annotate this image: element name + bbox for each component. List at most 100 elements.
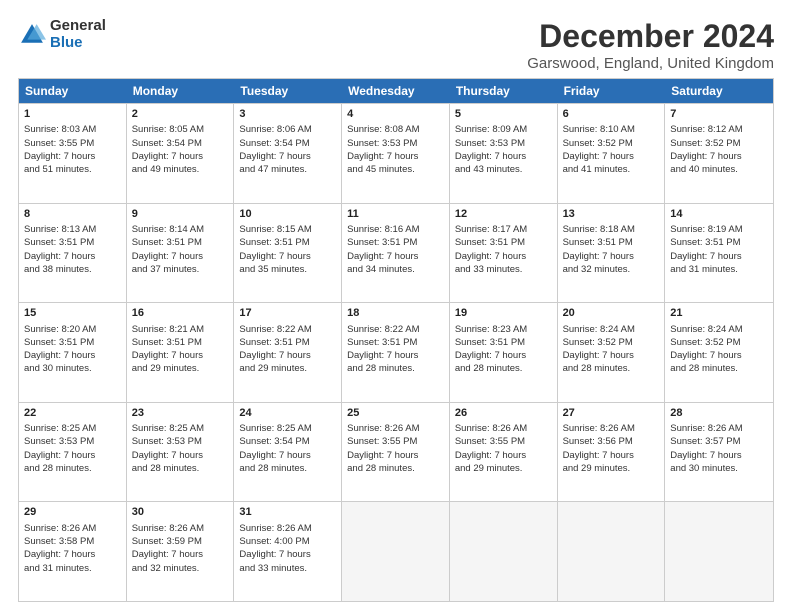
- day-info-line: Sunset: 3:52 PM: [670, 137, 768, 150]
- day-number: 12: [455, 207, 552, 222]
- day-number: 4: [347, 107, 444, 122]
- day-info-line: and 31 minutes.: [670, 263, 768, 276]
- day-info-line: Sunrise: 8:25 AM: [24, 422, 121, 435]
- day-number: 7: [670, 107, 768, 122]
- calendar-row-4: 22Sunrise: 8:25 AMSunset: 3:53 PMDayligh…: [19, 402, 773, 502]
- day-info-line: Sunrise: 8:21 AM: [132, 323, 229, 336]
- day-number: 2: [132, 107, 229, 122]
- day-info-line: Daylight: 7 hours: [455, 449, 552, 462]
- day-info-line: Daylight: 7 hours: [670, 150, 768, 163]
- day-info-line: and 28 minutes.: [347, 462, 444, 475]
- day-info-line: Daylight: 7 hours: [132, 349, 229, 362]
- day-info-line: Sunrise: 8:20 AM: [24, 323, 121, 336]
- day-number: 18: [347, 306, 444, 321]
- day-info-line: Sunrise: 8:26 AM: [24, 522, 121, 535]
- day-info-line: Sunset: 3:54 PM: [132, 137, 229, 150]
- day-number: 30: [132, 505, 229, 520]
- empty-cell: [558, 502, 666, 601]
- day-info-line: and 28 minutes.: [347, 362, 444, 375]
- day-number: 10: [239, 207, 336, 222]
- day-number: 13: [563, 207, 660, 222]
- day-cell-8: 8Sunrise: 8:13 AMSunset: 3:51 PMDaylight…: [19, 204, 127, 303]
- day-info-line: and 31 minutes.: [24, 562, 121, 575]
- logo-text: General Blue: [50, 18, 106, 51]
- day-number: 15: [24, 306, 121, 321]
- day-info-line: and 40 minutes.: [670, 163, 768, 176]
- header-day-thursday: Thursday: [450, 79, 558, 103]
- day-cell-24: 24Sunrise: 8:25 AMSunset: 3:54 PMDayligh…: [234, 403, 342, 502]
- day-info-line: Sunset: 3:55 PM: [24, 137, 121, 150]
- logo-blue-text: Blue: [50, 35, 106, 52]
- day-info-line: and 34 minutes.: [347, 263, 444, 276]
- day-info-line: Sunrise: 8:22 AM: [347, 323, 444, 336]
- day-info-line: and 29 minutes.: [563, 462, 660, 475]
- day-number: 17: [239, 306, 336, 321]
- day-info-line: and 29 minutes.: [455, 462, 552, 475]
- day-number: 25: [347, 406, 444, 421]
- day-number: 29: [24, 505, 121, 520]
- day-info-line: Sunrise: 8:26 AM: [347, 422, 444, 435]
- day-info-line: Sunrise: 8:15 AM: [239, 223, 336, 236]
- day-info-line: Daylight: 7 hours: [455, 150, 552, 163]
- day-cell-9: 9Sunrise: 8:14 AMSunset: 3:51 PMDaylight…: [127, 204, 235, 303]
- day-cell-17: 17Sunrise: 8:22 AMSunset: 3:51 PMDayligh…: [234, 303, 342, 402]
- day-info-line: Sunset: 3:55 PM: [455, 435, 552, 448]
- day-info-line: Daylight: 7 hours: [239, 548, 336, 561]
- day-info-line: and 33 minutes.: [239, 562, 336, 575]
- header-day-sunday: Sunday: [19, 79, 127, 103]
- day-info-line: and 35 minutes.: [239, 263, 336, 276]
- day-info-line: Sunrise: 8:26 AM: [132, 522, 229, 535]
- header-day-saturday: Saturday: [665, 79, 773, 103]
- day-info-line: and 37 minutes.: [132, 263, 229, 276]
- day-info-line: Sunset: 3:51 PM: [132, 236, 229, 249]
- title-section: December 2024 Garswood, England, United …: [527, 18, 774, 72]
- day-cell-16: 16Sunrise: 8:21 AMSunset: 3:51 PMDayligh…: [127, 303, 235, 402]
- day-info-line: Sunrise: 8:25 AM: [132, 422, 229, 435]
- day-cell-29: 29Sunrise: 8:26 AMSunset: 3:58 PMDayligh…: [19, 502, 127, 601]
- top-section: General Blue December 2024 Garswood, Eng…: [18, 18, 774, 72]
- empty-cell: [665, 502, 773, 601]
- day-info-line: Sunrise: 8:10 AM: [563, 123, 660, 136]
- day-info-line: Sunset: 3:53 PM: [455, 137, 552, 150]
- day-info-line: Daylight: 7 hours: [239, 349, 336, 362]
- day-info-line: Sunrise: 8:03 AM: [24, 123, 121, 136]
- day-number: 22: [24, 406, 121, 421]
- main-title: December 2024: [527, 18, 774, 55]
- empty-cell: [450, 502, 558, 601]
- page: General Blue December 2024 Garswood, Eng…: [0, 0, 792, 612]
- logo: General Blue: [18, 18, 106, 51]
- day-cell-14: 14Sunrise: 8:19 AMSunset: 3:51 PMDayligh…: [665, 204, 773, 303]
- day-info-line: and 32 minutes.: [132, 562, 229, 575]
- day-cell-12: 12Sunrise: 8:17 AMSunset: 3:51 PMDayligh…: [450, 204, 558, 303]
- day-number: 14: [670, 207, 768, 222]
- day-number: 24: [239, 406, 336, 421]
- day-cell-13: 13Sunrise: 8:18 AMSunset: 3:51 PMDayligh…: [558, 204, 666, 303]
- day-cell-6: 6Sunrise: 8:10 AMSunset: 3:52 PMDaylight…: [558, 104, 666, 203]
- day-info-line: Sunset: 3:52 PM: [563, 137, 660, 150]
- day-info-line: and 28 minutes.: [24, 462, 121, 475]
- day-info-line: and 45 minutes.: [347, 163, 444, 176]
- day-cell-15: 15Sunrise: 8:20 AMSunset: 3:51 PMDayligh…: [19, 303, 127, 402]
- day-info-line: and 38 minutes.: [24, 263, 121, 276]
- day-info-line: Sunrise: 8:17 AM: [455, 223, 552, 236]
- header-day-friday: Friday: [558, 79, 666, 103]
- day-info-line: Daylight: 7 hours: [239, 250, 336, 263]
- day-info-line: Sunrise: 8:23 AM: [455, 323, 552, 336]
- day-info-line: Sunset: 3:51 PM: [455, 336, 552, 349]
- day-cell-2: 2Sunrise: 8:05 AMSunset: 3:54 PMDaylight…: [127, 104, 235, 203]
- calendar-row-1: 1Sunrise: 8:03 AMSunset: 3:55 PMDaylight…: [19, 103, 773, 203]
- calendar-row-3: 15Sunrise: 8:20 AMSunset: 3:51 PMDayligh…: [19, 302, 773, 402]
- day-number: 19: [455, 306, 552, 321]
- day-number: 27: [563, 406, 660, 421]
- day-info-line: Daylight: 7 hours: [455, 349, 552, 362]
- day-cell-20: 20Sunrise: 8:24 AMSunset: 3:52 PMDayligh…: [558, 303, 666, 402]
- day-number: 16: [132, 306, 229, 321]
- calendar-header: SundayMondayTuesdayWednesdayThursdayFrid…: [19, 79, 773, 103]
- day-info-line: Sunrise: 8:18 AM: [563, 223, 660, 236]
- day-info-line: and 28 minutes.: [239, 462, 336, 475]
- header-day-tuesday: Tuesday: [234, 79, 342, 103]
- day-info-line: Sunset: 3:51 PM: [455, 236, 552, 249]
- day-info-line: Sunrise: 8:25 AM: [239, 422, 336, 435]
- day-info-line: Sunrise: 8:26 AM: [670, 422, 768, 435]
- day-number: 5: [455, 107, 552, 122]
